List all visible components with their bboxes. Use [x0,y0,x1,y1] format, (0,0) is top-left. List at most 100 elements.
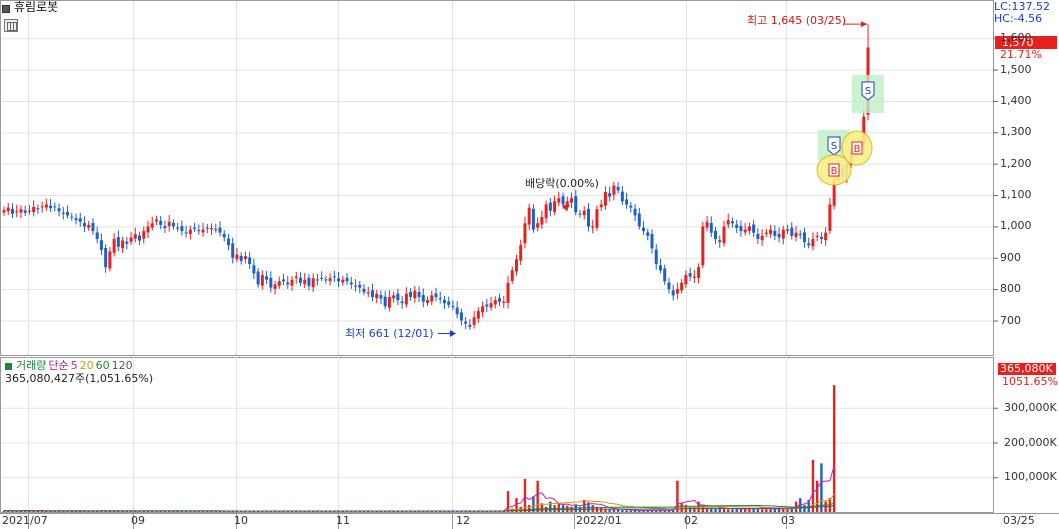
candle-body [570,198,574,203]
candle-body [485,304,489,307]
candle-body [108,251,112,269]
stock-chart-window: SSBB 휴림로봇 LC:137.52 HC:-4.56 1,570 21.71… [0,0,1059,529]
candle-body [273,284,277,289]
x-tick-label: 02 [684,514,698,527]
candle-body [239,255,243,261]
price-tick-label: 800 [1000,282,1021,296]
candle-body [159,220,163,225]
candle-body [493,300,497,305]
candle-body [663,268,667,282]
candle-body [53,206,57,208]
candle-body [379,295,383,299]
candle-body [582,210,586,216]
candle-body [19,209,23,213]
hc-value: HC:-4.56 [994,12,1043,25]
candle-body [701,226,705,266]
candle-body [498,298,502,302]
x-tick-label: 10 [234,514,248,527]
candle-body [811,238,815,247]
sell-signal-label: S [865,86,871,97]
candle-body [387,296,391,308]
candle-body [210,227,214,230]
legend-item[interactable]: 20 [80,359,94,372]
candle-body [121,240,125,249]
candle-body [146,226,150,233]
candle-body [320,277,324,279]
legend-item[interactable]: 거래량 [16,359,46,372]
price-tick-label: 1,500 [1000,62,1032,76]
candle-body [786,229,790,231]
candle-body [142,231,146,239]
candle-body [506,282,510,303]
candle-body [459,312,463,321]
volume-bar [616,509,620,512]
candle-body [197,230,201,232]
candle-body [23,210,27,213]
grid-toggle-icon[interactable] [4,19,18,32]
candle-body [417,291,421,297]
candle-body [150,223,154,228]
candle-body [620,191,624,202]
candle-body [78,218,82,222]
volume-bar [591,505,594,512]
price-tick-label: 1,400 [1000,93,1032,107]
volume-bar [599,507,603,512]
volume-bar [722,508,726,512]
buy-signal-label: B [854,144,861,155]
price-tick-label: 1,600 [1000,31,1032,45]
candle-body [510,270,514,281]
candle-body [468,324,472,327]
volume-bar [765,509,768,512]
candle-body [650,233,654,249]
candle-body [82,222,86,227]
candle-body [675,289,679,294]
candle-body [404,293,408,305]
candle-body [637,213,641,227]
legend-item[interactable]: 120 [112,359,133,372]
candle-body [684,275,688,285]
candle-body [370,290,374,297]
candle-body [658,265,662,271]
candle-body [828,204,832,231]
candle-body [705,221,709,228]
candle-body [400,301,404,304]
legend-item[interactable]: 60 [96,359,110,372]
candle-body [481,306,485,313]
candle-body [523,223,527,244]
menu-icon[interactable] [2,5,10,13]
volume-bar [612,509,616,512]
legend-item[interactable]: 5 [71,359,78,372]
candle-body [464,321,468,324]
volume-readout: 365,080,427주(1,051.65%) [5,372,154,385]
dividend-annotation: 배당락(0.00%) [525,177,599,190]
candle-body [116,237,120,247]
volume-bar [621,509,624,512]
candle-body [688,273,692,277]
candle-body [243,256,247,260]
candle-body [328,278,332,281]
candle-body [633,208,637,216]
candle-body [802,232,806,243]
candle-body [769,229,773,234]
volume-legend[interactable]: 거래량 단순 5 20 60 120 [5,359,135,372]
volume-bar [731,509,734,512]
legend-item[interactable]: 단순 [48,359,68,372]
volume-bar [663,510,666,512]
stock-name-title: 휴림로봇 [14,0,59,14]
x-tick-label: 09 [131,514,145,527]
chart-canvas[interactable]: S S B B [0,0,1059,529]
candle-body [629,205,633,208]
candle-body [447,301,451,305]
candle-body [303,279,307,285]
candle-body [265,276,269,280]
candle-body [133,234,137,239]
candle-body [777,233,781,238]
candle-body [311,278,315,288]
candle-body [40,206,44,208]
x-tick-label: 2022/01 [576,514,622,527]
candle-body [104,248,108,268]
volume-bar [566,505,569,512]
candle-body [739,226,743,232]
price-tick-label: 1,200 [1000,156,1032,170]
candle-body [74,218,78,221]
